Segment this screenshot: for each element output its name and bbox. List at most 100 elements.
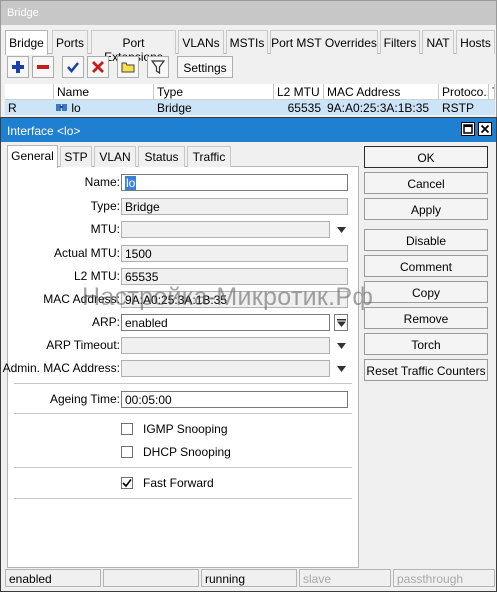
name-value: lo [125, 176, 137, 190]
name-field[interactable]: lo [121, 174, 348, 191]
tab-vlan[interactable]: VLAN [94, 146, 136, 167]
l2-mtu-field: 65535 [121, 268, 348, 285]
comment-icon [121, 62, 135, 73]
remove-icon [37, 65, 49, 69]
bridge-toolbar: Settings [5, 56, 495, 81]
tab-port-extensions[interactable]: Port Extensions [91, 30, 176, 64]
ageing-time-field[interactable]: 00:05:00 [121, 391, 348, 408]
row-name: lo [71, 101, 81, 115]
igmp-snooping-label: IGMP Snooping [143, 422, 228, 436]
type-label: Type: [90, 199, 120, 213]
tab-ports[interactable]: Ports [52, 30, 88, 54]
l2-mtu-label: L2 MTU: [73, 269, 120, 283]
maximize-icon [463, 124, 473, 134]
arp-select[interactable]: enabled [121, 314, 330, 331]
disable-button[interactable]: Disable [364, 229, 488, 251]
row-flag: R [8, 101, 17, 115]
close-button[interactable] [478, 122, 492, 136]
type-field: Bridge [121, 198, 348, 215]
admin-mac-field[interactable] [121, 360, 330, 377]
interface-tabs: General STP VLAN Status Traffic [7, 145, 359, 168]
tab-nat[interactable]: NAT [422, 30, 454, 54]
chevron-down-icon [336, 318, 346, 327]
column-l2-mtu[interactable]: L2 MTU [274, 84, 324, 100]
status-slave: slave [299, 569, 391, 587]
chevron-down-icon [336, 226, 346, 233]
torch-button[interactable]: Torch [364, 333, 488, 355]
row-protocol: RSTP [442, 101, 475, 115]
tab-status[interactable]: Status [138, 146, 185, 167]
remove-button[interactable]: Remove [364, 307, 488, 329]
name-label: Name: [84, 175, 120, 189]
arp-timeout-dropdown[interactable] [334, 337, 348, 354]
column-type[interactable]: Type [154, 84, 274, 100]
status-running: running [201, 569, 297, 587]
column-mac-address[interactable]: MAC Address [324, 84, 439, 100]
table-row[interactable]: R lo Bridge 65535 9A:A0:25:3A:1B:35 RSTP [5, 100, 495, 115]
status-passthrough: passthrough [393, 569, 495, 587]
dhcp-snooping-label: DHCP Snooping [143, 445, 231, 459]
interface-window: Interface <lo> General STP VLAN Status T… [0, 117, 497, 592]
mac-address-label: MAC Address: [43, 292, 120, 306]
bridge-icon [56, 104, 67, 111]
add-icon [12, 61, 24, 73]
actual-mtu-field: 1500 [121, 245, 348, 262]
row-l2-mtu: 65535 [287, 101, 321, 115]
cancel-button[interactable]: Cancel [364, 172, 488, 194]
dhcp-snooping-checkbox[interactable] [121, 446, 133, 458]
column-flags[interactable] [5, 84, 54, 100]
settings-button[interactable]: Settings [177, 56, 233, 78]
comment-button[interactable] [117, 56, 139, 78]
ok-button[interactable]: OK [364, 146, 488, 168]
chevron-down-icon [336, 342, 346, 349]
column-t[interactable]: T [489, 84, 495, 100]
mtu-label: MTU: [90, 222, 120, 236]
remove-button[interactable] [32, 56, 54, 78]
admin-mac-dropdown[interactable] [334, 360, 348, 377]
chevron-down-icon [336, 365, 346, 372]
tab-filters[interactable]: Filters [380, 30, 420, 54]
disable-button[interactable] [87, 56, 109, 78]
add-button[interactable] [7, 56, 29, 78]
separator [14, 498, 352, 499]
copy-button[interactable]: Copy [364, 281, 488, 303]
column-name[interactable]: Name [54, 84, 154, 100]
column-protocol[interactable]: Protoco... [439, 84, 489, 100]
bridge-tabs: Bridge Ports Port Extensions VLANs MSTIs… [5, 30, 495, 64]
close-icon [480, 124, 490, 134]
status-enabled: enabled [5, 569, 101, 587]
reset-traffic-counters-button[interactable]: Reset Traffic Counters [364, 359, 488, 381]
ageing-time-label: Ageing Time: [49, 392, 120, 406]
fast-forward-label: Fast Forward [143, 476, 214, 490]
separator [14, 467, 352, 468]
check-icon [122, 479, 132, 488]
arp-timeout-field[interactable] [121, 337, 330, 354]
row-type: Bridge [157, 101, 192, 115]
actual-mtu-label: Actual MTU: [53, 246, 120, 260]
disable-icon [92, 61, 104, 73]
tab-port-mst-overrides[interactable]: Port MST Overrides [270, 30, 378, 54]
maximize-button[interactable] [461, 122, 475, 136]
mtu-dropdown[interactable] [334, 221, 348, 238]
tab-vlans[interactable]: VLANs [178, 30, 224, 54]
tab-mstis[interactable]: MSTIs [226, 30, 268, 54]
tab-bridge[interactable]: Bridge [5, 30, 48, 55]
filter-button[interactable] [147, 56, 169, 78]
bridge-table: Name Type L2 MTU MAC Address Protoco... … [5, 84, 495, 115]
tab-general[interactable]: General [7, 145, 58, 168]
tab-stp[interactable]: STP [60, 146, 92, 167]
arp-dropdown[interactable] [334, 314, 348, 331]
apply-button[interactable]: Apply [364, 198, 488, 220]
igmp-snooping-checkbox[interactable] [121, 423, 133, 435]
row-name-cell: lo [54, 100, 154, 115]
mtu-field[interactable] [121, 221, 330, 238]
enable-button[interactable] [62, 56, 84, 78]
filter-icon [151, 60, 165, 74]
fast-forward-checkbox[interactable] [121, 477, 133, 489]
arp-timeout-label: ARP Timeout: [46, 338, 120, 352]
general-form: Name: lo Type: Bridge MTU: Actual MTU: 1… [3, 167, 359, 568]
tab-traffic[interactable]: Traffic [187, 146, 231, 167]
tab-hosts[interactable]: Hosts [456, 30, 495, 54]
admin-mac-label: Admin. MAC Address: [2, 361, 120, 375]
comment-button[interactable]: Comment [364, 255, 488, 277]
